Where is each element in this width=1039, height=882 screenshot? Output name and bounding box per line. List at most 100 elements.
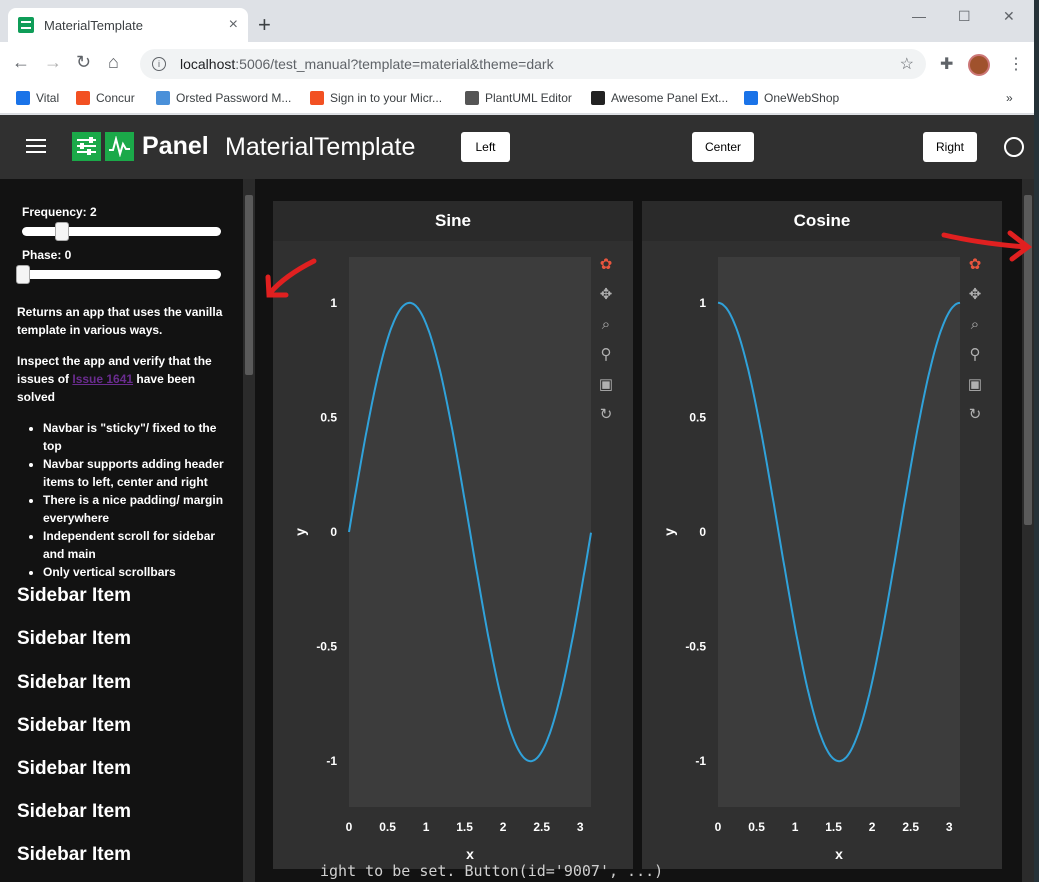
- new-tab-button[interactable]: +: [258, 14, 271, 36]
- theme-toggle-icon[interactable]: [1004, 137, 1024, 157]
- reset-icon[interactable]: ↻: [965, 405, 985, 425]
- frequency-slider[interactable]: [22, 222, 221, 241]
- red-annotation-arrow-icon: [265, 258, 317, 298]
- frequency-label: Frequency: 2: [22, 205, 97, 219]
- main-scrollbar[interactable]: [1022, 179, 1034, 882]
- bookmarks-bar: Vital Concur Orsted Password M... Sign in t…: [0, 86, 1034, 114]
- x-tick-label: 3: [946, 820, 953, 834]
- sidebar-item: Sidebar Item: [17, 758, 132, 779]
- bookmark-item[interactable]: Concur: [76, 91, 135, 105]
- y-tick-label: 0: [330, 525, 337, 539]
- main-area: Sine 0 0.5 1 1.5 2 2.5 3 1 0.5 0 -0.5 -1 x y ✿ ✥ ⌕ ⚲ …: [255, 179, 1022, 882]
- pan-tool-icon[interactable]: ✥: [596, 285, 616, 305]
- x-tick-label: 0: [346, 820, 353, 834]
- left-button[interactable]: Left: [461, 132, 510, 162]
- logo-sliders-icon: [72, 132, 101, 161]
- phase-slider-handle[interactable]: [16, 265, 30, 284]
- sidebar-scrollbar-thumb[interactable]: [245, 195, 253, 375]
- menu-kebab-icon[interactable]: ⋮: [1008, 54, 1024, 74]
- box-zoom-icon[interactable]: ⌕: [965, 315, 985, 335]
- frequency-slider-handle[interactable]: [55, 222, 69, 241]
- sidebar-item: Sidebar Item: [17, 801, 132, 822]
- window-close-button[interactable]: ✕: [1003, 8, 1015, 25]
- cosine-toolbar: ✿ ✥ ⌕ ⚲ ▣ ↻: [965, 255, 985, 435]
- panel-app: Panel MaterialTemplate Left Center Right…: [0, 115, 1034, 882]
- x-tick-label: 1.5: [825, 820, 842, 834]
- bookmark-favicon-icon: [16, 91, 30, 105]
- bookmark-item[interactable]: PlantUML Editor: [465, 91, 572, 105]
- y-tick-label: 0.5: [320, 410, 337, 424]
- sidebar-item: Sidebar Item: [17, 628, 132, 649]
- bookmarks-more-button[interactable]: »: [1006, 91, 1013, 105]
- x-tick-label: 2.5: [902, 820, 919, 834]
- panel-favicon-icon: [18, 17, 34, 33]
- phase-slider[interactable]: [16, 265, 221, 284]
- save-icon[interactable]: ▣: [965, 375, 985, 395]
- bookmark-item[interactable]: Sign in to your Micr...: [310, 91, 442, 105]
- save-icon[interactable]: ▣: [596, 375, 616, 395]
- bookmark-favicon-icon: [465, 91, 479, 105]
- browser-tab[interactable]: MaterialTemplate ×: [8, 8, 248, 42]
- back-arrow-icon[interactable]: ←: [12, 52, 30, 73]
- center-button[interactable]: Center: [692, 132, 754, 162]
- sidebar-item: Sidebar Item: [17, 715, 132, 736]
- minimize-button[interactable]: —: [912, 8, 926, 24]
- red-annotation-arrow-icon: [941, 230, 1033, 262]
- tab-close-button[interactable]: ×: [229, 16, 238, 34]
- profile-avatar[interactable]: [968, 54, 990, 76]
- sidebar-item: Sidebar Item: [17, 844, 132, 865]
- box-zoom-icon[interactable]: ⌕: [596, 315, 616, 335]
- tab-strip: MaterialTemplate × + — ☐ ✕: [0, 0, 1034, 42]
- sidebar-scrollbar[interactable]: [243, 179, 255, 882]
- description-text: Returns an app that uses the vanilla tem…: [17, 305, 223, 337]
- sine-toolbar: ✿ ✥ ⌕ ⚲ ▣ ↻: [596, 255, 616, 435]
- bookmark-label: Awesome Panel Ext...: [611, 91, 729, 105]
- forward-arrow-icon[interactable]: →: [44, 52, 62, 73]
- hamburger-menu-icon[interactable]: [26, 139, 46, 153]
- list-item: There is a nice padding/ margin everywhe…: [43, 491, 230, 527]
- url-path: :5006/test_manual?template=material&them…: [235, 56, 554, 72]
- bookmark-item[interactable]: OneWebShop: [744, 91, 839, 105]
- sine-card: Sine 0 0.5 1 1.5 2 2.5 3 1 0.5 0 -0.5 -1 x y ✿ ✥ ⌕ ⚲ …: [273, 201, 633, 869]
- feature-list: Navbar is "sticky"/ fixed to the top Nav…: [25, 419, 230, 581]
- maximize-button[interactable]: ☐: [958, 8, 971, 25]
- cosine-plot[interactable]: 0 0.5 1 1.5 2 2.5 3 1 0.5 0 -0.5 -1 x y: [642, 241, 1002, 869]
- y-tick-label: -0.5: [316, 640, 337, 654]
- bookmark-favicon-icon: [744, 91, 758, 105]
- terminal-text: ight to be set. Button(id='9007', ...): [320, 862, 664, 880]
- right-button[interactable]: Right: [923, 132, 977, 162]
- logo-text: Panel: [142, 132, 209, 160]
- pan-tool-icon[interactable]: ✥: [965, 285, 985, 305]
- extensions-icon[interactable]: ✚: [940, 54, 953, 74]
- bookmark-item[interactable]: Vital: [16, 91, 59, 105]
- y-tick-label: 1: [699, 296, 706, 310]
- url-host: localhost: [180, 56, 236, 72]
- sidebar: Frequency: 2 Phase: 0 Returns an app tha…: [0, 179, 243, 882]
- cosine-card: Cosine 0 0.5 1 1.5 2 2.5 3 1 0.5 0 -0.5 -1 x y ✿ ✥ ⌕ …: [642, 201, 1002, 869]
- x-tick-label: 1: [792, 820, 799, 834]
- bookmark-star-icon[interactable]: ☆: [900, 54, 914, 74]
- x-tick-label: 0.5: [379, 820, 396, 834]
- y-tick-label: 0.5: [689, 410, 706, 424]
- list-item: Navbar supports adding header items to l…: [43, 455, 230, 491]
- bookmark-label: Sign in to your Micr...: [330, 91, 443, 105]
- bookmark-favicon-icon: [76, 91, 90, 105]
- home-icon[interactable]: ⌂: [108, 52, 119, 73]
- list-item: Only vertical scrollbars: [43, 563, 230, 581]
- x-tick-label: 0: [715, 820, 722, 834]
- issue-link[interactable]: Issue 1641: [72, 372, 133, 386]
- sine-title: Sine: [273, 201, 633, 241]
- bookmark-item[interactable]: Awesome Panel Ext...: [591, 91, 728, 105]
- sine-plot[interactable]: 0 0.5 1 1.5 2 2.5 3 1 0.5 0 -0.5 -1 x y: [273, 241, 633, 869]
- panel-logo: Panel: [72, 132, 209, 161]
- reload-icon[interactable]: ↻: [76, 52, 91, 73]
- bokeh-logo-icon[interactable]: ✿: [596, 255, 616, 275]
- address-bar[interactable]: i localhost :5006/test_manual?template=m…: [140, 49, 926, 79]
- logo-chart-icon: [105, 132, 134, 161]
- bookmark-label: PlantUML Editor: [485, 91, 572, 105]
- bookmark-item[interactable]: Orsted Password M...: [156, 91, 291, 105]
- wheel-zoom-icon[interactable]: ⚲: [596, 345, 616, 365]
- site-info-icon[interactable]: i: [152, 57, 166, 71]
- wheel-zoom-icon[interactable]: ⚲: [965, 345, 985, 365]
- reset-icon[interactable]: ↻: [596, 405, 616, 425]
